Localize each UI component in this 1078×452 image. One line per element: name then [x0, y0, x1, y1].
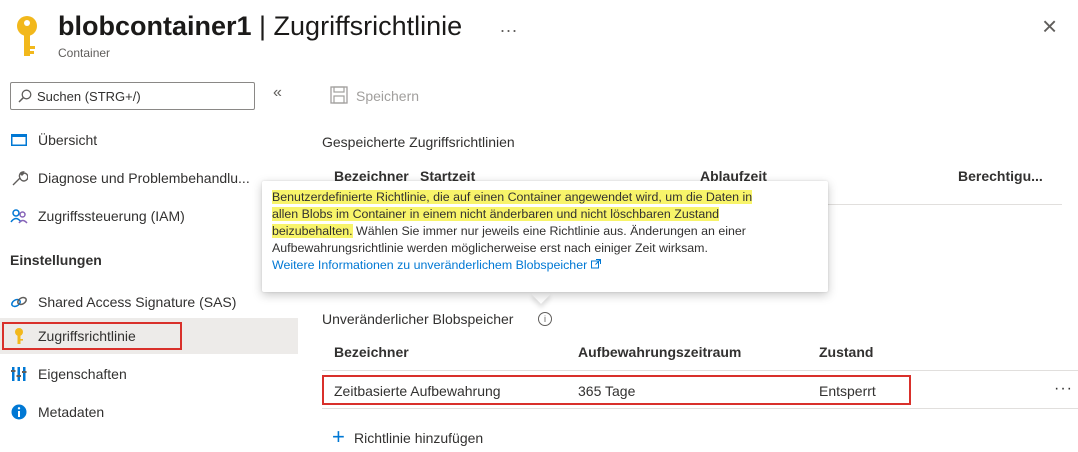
tooltip-body-line: Aufbewahrungsrichtlinie werden möglicher… [272, 241, 708, 255]
sidebar-item-iam[interactable]: Zugriffssteuerung (IAM) [0, 198, 298, 234]
sidebar: Suchen (STRG+/) « Übersicht Diagnose und… [0, 78, 300, 452]
section-heading-settings: Einstellungen [10, 252, 102, 268]
search-icon [18, 89, 32, 103]
save-icon [330, 86, 348, 104]
info-icon [11, 404, 27, 420]
highlight-box [2, 322, 182, 350]
sidebar-item-label: Metadaten [38, 404, 105, 420]
sidebar-item-label: Zugriffssteuerung (IAM) [38, 208, 185, 224]
search-placeholder: Suchen (STRG+/) [37, 89, 141, 104]
highlight-box [322, 375, 911, 405]
add-policy-label: Richtlinie hinzufügen [354, 430, 484, 446]
divider [322, 370, 1078, 371]
page-title: blobcontainer1 | Zugriffsrichtlinie [58, 8, 462, 44]
close-button[interactable]: × [1042, 12, 1057, 40]
tooltip-text: Benutzerdefinierte Richtlinie, die auf e… [272, 189, 820, 257]
container-name: blobcontainer1 [58, 11, 252, 41]
page-subtitle: Container [58, 46, 111, 60]
collapse-sidebar-button[interactable]: « [273, 84, 282, 102]
tooltip-highlight-line: beizubehalten. [272, 224, 353, 238]
sidebar-item-label: Übersicht [38, 132, 98, 148]
tooltip-highlight-line: Benutzerdefinierte Richtlinie, die auf e… [272, 190, 753, 204]
immutable-storage-title: Unveränderlicher Blobspeicher [322, 311, 514, 327]
sidebar-item-label: Diagnose und Problembehandlu... [38, 170, 250, 186]
page-header: blobcontainer1 | Zugriffsrichtlinie Cont… [0, 0, 1078, 72]
search-input[interactable]: Suchen (STRG+/) [10, 82, 255, 110]
tooltip-body-line: Wählen Sie immer nur jeweils eine Richtl… [352, 224, 746, 238]
overview-icon [11, 134, 27, 146]
more-options-button[interactable]: ... [500, 16, 518, 37]
key-icon [17, 16, 37, 56]
info-tooltip: Benutzerdefinierte Richtlinie, die auf e… [262, 181, 828, 292]
link-icon [11, 296, 27, 308]
column-header-identifier: Bezeichner [334, 344, 409, 360]
blade-name: | Zugriffsrichtlinie [251, 11, 463, 41]
column-header-state: Zustand [819, 344, 874, 360]
sidebar-item-label: Shared Access Signature (SAS) [38, 294, 237, 310]
column-header-permissions: Berechtigu... [958, 168, 1043, 184]
sidebar-item-sas[interactable]: Shared Access Signature (SAS) [0, 284, 298, 320]
info-circle-icon[interactable]: i [538, 312, 552, 326]
people-icon [10, 209, 28, 224]
properties-icon [11, 367, 27, 381]
sidebar-item-metadata[interactable]: Metadaten [0, 394, 298, 430]
external-link-icon [590, 259, 601, 269]
tooltip-highlight-line: allen Blobs im Container in einem nicht … [272, 207, 720, 221]
save-label: Speichern [356, 88, 420, 104]
plus-icon: + [332, 424, 345, 449]
learn-more-link[interactable]: Weitere Informationen zu unveränderliche… [272, 257, 820, 274]
sidebar-item-properties[interactable]: Eigenschaften [0, 356, 298, 392]
saved-policies-title: Gespeicherte Zugriffsrichtlinien [322, 134, 515, 150]
sidebar-item-label: Eigenschaften [38, 366, 127, 382]
column-header-retention: Aufbewahrungszeitraum [578, 344, 742, 360]
wrench-icon [12, 171, 28, 186]
sidebar-item-access-policy[interactable]: Zugriffsrichtlinie [0, 318, 298, 354]
sidebar-item-overview[interactable]: Übersicht [0, 122, 298, 158]
row-more-options-button[interactable]: ··· [1054, 380, 1073, 398]
divider [322, 408, 1078, 409]
sidebar-item-diagnose[interactable]: Diagnose und Problembehandlu... [0, 160, 298, 196]
